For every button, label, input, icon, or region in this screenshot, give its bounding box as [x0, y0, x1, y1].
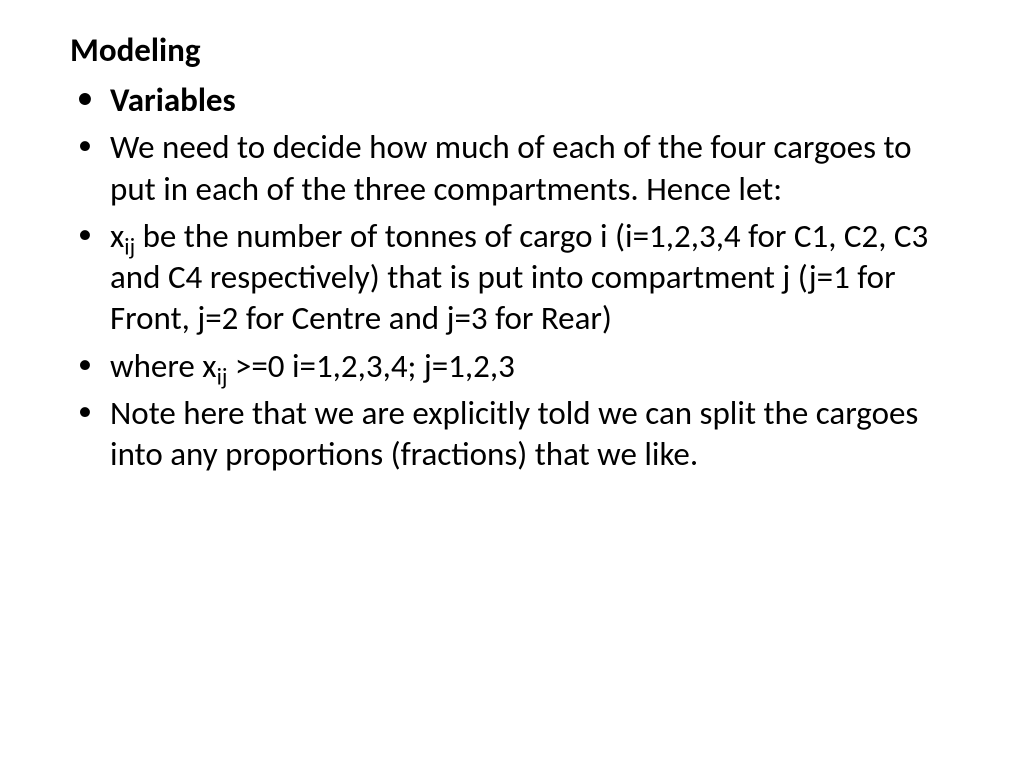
bullet-where: where xij >=0 i=1,2,3,4; j=1,2,3	[70, 346, 954, 387]
slide-title: Modeling	[70, 30, 954, 70]
bullet-list: Variables We need to decide how much of …	[70, 80, 954, 475]
text-sub-ij-2: ij	[217, 363, 228, 391]
text-where-rest: >=0 i=1,2,3,4; j=1,2,3	[227, 346, 514, 386]
bullet-decide: We need to decide how much of each of th…	[70, 127, 954, 210]
text-where-x: where x	[110, 346, 217, 386]
text-x: x	[110, 216, 124, 256]
bullet-xij-def: xij be the number of tonnes of cargo i (…	[70, 216, 954, 340]
bullet-note: Note here that we are explicitly told we…	[70, 393, 954, 476]
bullet-variables: Variables	[70, 80, 954, 121]
text-xij-def-rest: be the number of tonnes of cargo i (i=1,…	[110, 216, 928, 339]
slide-content: Modeling Variables We need to decide how…	[0, 0, 1024, 511]
